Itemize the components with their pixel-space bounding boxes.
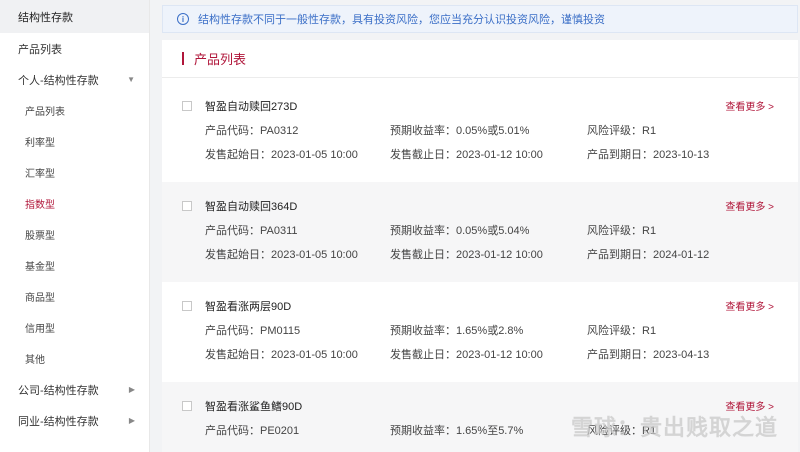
sidebar-sub-other[interactable]: 其他 [0, 343, 149, 374]
main-content: i 结构性存款不同于一般性存款，具有投资风险，您应当充分认识投资风险，谨慎投资 … [162, 0, 798, 452]
product-checkbox[interactable] [182, 401, 192, 411]
product-code: 产品代码：PE0201 [205, 425, 300, 437]
expected-yield: 预期收益率：0.05%或5.04% [390, 225, 530, 237]
product-code: 产品代码：PA0312 [205, 125, 299, 137]
sidebar-group-label: 同业-结构性存款 [18, 415, 99, 428]
maturity-date: 产品到期日：2023-10-13 [587, 149, 710, 161]
sale-end-date: 发售截止日：2023-01-12 10:00 [390, 149, 543, 161]
product-name[interactable]: 智盈自动赎回364D [205, 198, 297, 214]
watermark: 雪球：贵出贱取之道 [570, 415, 778, 440]
risk-rating: 风险评级：R1 [587, 225, 657, 237]
sidebar-sub-exchange-rate[interactable]: 汇率型 [0, 157, 149, 188]
info-icon: i [177, 13, 189, 25]
caret-down-icon: ▼ [127, 75, 135, 84]
product-name[interactable]: 智盈自动赎回273D [205, 98, 297, 114]
expected-yield: 预期收益率：0.05%或5.01% [390, 125, 530, 137]
sale-end-date: 发售截止日：2023-01-12 10:00 [390, 349, 543, 361]
title-accent-bar [182, 52, 184, 65]
maturity-date: 产品到期日：2023-04-13 [587, 349, 710, 361]
panel-title: 产品列表 [194, 52, 247, 67]
sidebar-group-interbank[interactable]: 同业-结构性存款 ▶ [0, 405, 149, 436]
sidebar-item-product-list[interactable]: 产品列表 [0, 33, 149, 64]
panel-header: 产品列表 [162, 40, 798, 78]
risk-notice: i 结构性存款不同于一般性存款，具有投资风险，您应当充分认识投资风险，谨慎投资 [162, 5, 798, 33]
sidebar-sub-commodity[interactable]: 商品型 [0, 281, 149, 312]
expected-yield: 预期收益率：1.65%至5.7% [390, 425, 524, 437]
sidebar-sub-credit[interactable]: 信用型 [0, 312, 149, 343]
sale-end-date: 发售截止日：2023-01-12 10:00 [390, 249, 543, 261]
sidebar-group-label: 公司-结构性存款 [18, 384, 99, 397]
sale-start-date: 发售起始日：2023-01-05 10:00 [205, 149, 358, 161]
product-card: 智盈自动赎回364D 查看更多 > 产品代码：PA0311 预期收益率：0.05… [162, 182, 798, 282]
product-checkbox[interactable] [182, 201, 192, 211]
product-card: 智盈自动赎回273D 查看更多 > 产品代码：PA0312 预期收益率：0.05… [162, 82, 798, 182]
sidebar-sub-interest-rate[interactable]: 利率型 [0, 126, 149, 157]
sidebar-sub-stock[interactable]: 股票型 [0, 219, 149, 250]
maturity-date: 产品到期日：2024-01-12 [587, 249, 710, 261]
view-more-link[interactable]: 查看更多 > [725, 298, 774, 313]
view-more-link[interactable]: 查看更多 > [725, 198, 774, 213]
sidebar-sub-product-list[interactable]: 产品列表 [0, 95, 149, 126]
expected-yield: 预期收益率：1.65%或2.8% [390, 325, 524, 337]
sale-start-date: 发售起始日：2023-01-05 10:00 [205, 249, 358, 261]
product-panel: 产品列表 智盈自动赎回273D 查看更多 > 产品代码：PA0312 预期收益率… [162, 40, 798, 452]
sidebar: 结构性存款 产品列表 个人-结构性存款 ▼ 产品列表 利率型 汇率型 指数型 股… [0, 0, 150, 452]
product-code: 产品代码：PA0311 [205, 225, 298, 237]
sidebar-group-label: 个人-结构性存款 [18, 74, 99, 87]
product-card: 智盈看涨两层90D 查看更多 > 产品代码：PM0115 预期收益率：1.65%… [162, 282, 798, 382]
caret-right-icon: ▶ [128, 416, 135, 425]
product-name[interactable]: 智盈看涨两层90D [205, 298, 291, 314]
sidebar-sub-fund[interactable]: 基金型 [0, 250, 149, 281]
product-checkbox[interactable] [182, 301, 192, 311]
risk-rating: 风险评级：R1 [587, 125, 657, 137]
sidebar-group-corporate[interactable]: 公司-结构性存款 ▶ [0, 374, 149, 405]
notice-text: 结构性存款不同于一般性存款，具有投资风险，您应当充分认识投资风险，谨慎投资 [198, 14, 605, 26]
product-code: 产品代码：PM0115 [205, 325, 301, 337]
product-name[interactable]: 智盈看涨鲨鱼鳍90D [205, 398, 302, 414]
sidebar-header: 结构性存款 [0, 0, 149, 33]
view-more-link[interactable]: 查看更多 > [725, 98, 774, 113]
product-checkbox[interactable] [182, 101, 192, 111]
sidebar-group-personal[interactable]: 个人-结构性存款 ▼ [0, 64, 149, 95]
caret-right-icon: ▶ [128, 385, 135, 394]
sidebar-sub-index[interactable]: 指数型 [0, 188, 149, 219]
sale-start-date: 发售起始日：2023-01-05 10:00 [205, 349, 358, 361]
risk-rating: 风险评级：R1 [587, 325, 657, 337]
